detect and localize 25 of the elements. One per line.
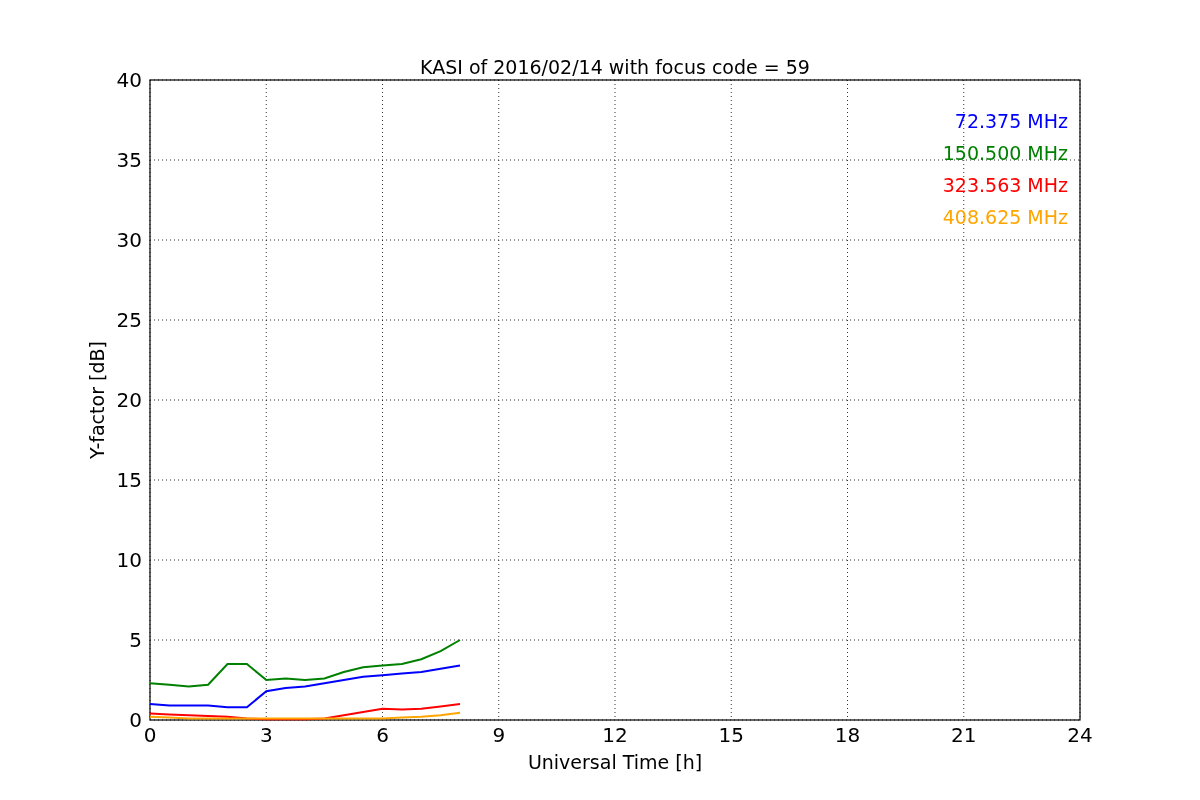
y-tick-label: 5 bbox=[129, 628, 142, 652]
x-tick-label: 15 bbox=[718, 723, 744, 747]
x-tick-label: 24 bbox=[1067, 723, 1093, 747]
x-tick-label: 21 bbox=[951, 723, 977, 747]
x-axis-label: Universal Time [h] bbox=[527, 751, 703, 773]
y-tick-label: 30 bbox=[116, 228, 142, 252]
x-tick-label: 6 bbox=[376, 723, 389, 747]
y-tick-label: 40 bbox=[116, 68, 142, 92]
x-tick-label: 12 bbox=[602, 723, 628, 747]
legend-label: 72.375 MHz bbox=[954, 110, 1068, 132]
legend-label: 408.625 MHz bbox=[942, 206, 1068, 228]
y-tick-label: 25 bbox=[116, 308, 142, 332]
y-tick-label: 20 bbox=[116, 388, 142, 412]
y-tick-label: 10 bbox=[116, 548, 142, 572]
legend-label: 150.500 MHz bbox=[942, 142, 1068, 164]
y-tick-label: 35 bbox=[116, 148, 142, 172]
x-tick-label: 9 bbox=[492, 723, 506, 747]
y-tick-label: 15 bbox=[116, 468, 142, 492]
chart-title: KASI of 2016/02/14 with focus code = 59 bbox=[420, 56, 810, 78]
x-tick-label: 3 bbox=[259, 723, 273, 747]
x-tick-label: 18 bbox=[834, 723, 861, 747]
x-tick-label: 0 bbox=[143, 723, 157, 747]
y-axis-label: Y-factor [dB] bbox=[86, 341, 108, 459]
y-tick-label: 0 bbox=[129, 708, 142, 732]
legend-label: 323.563 MHz bbox=[942, 174, 1068, 196]
